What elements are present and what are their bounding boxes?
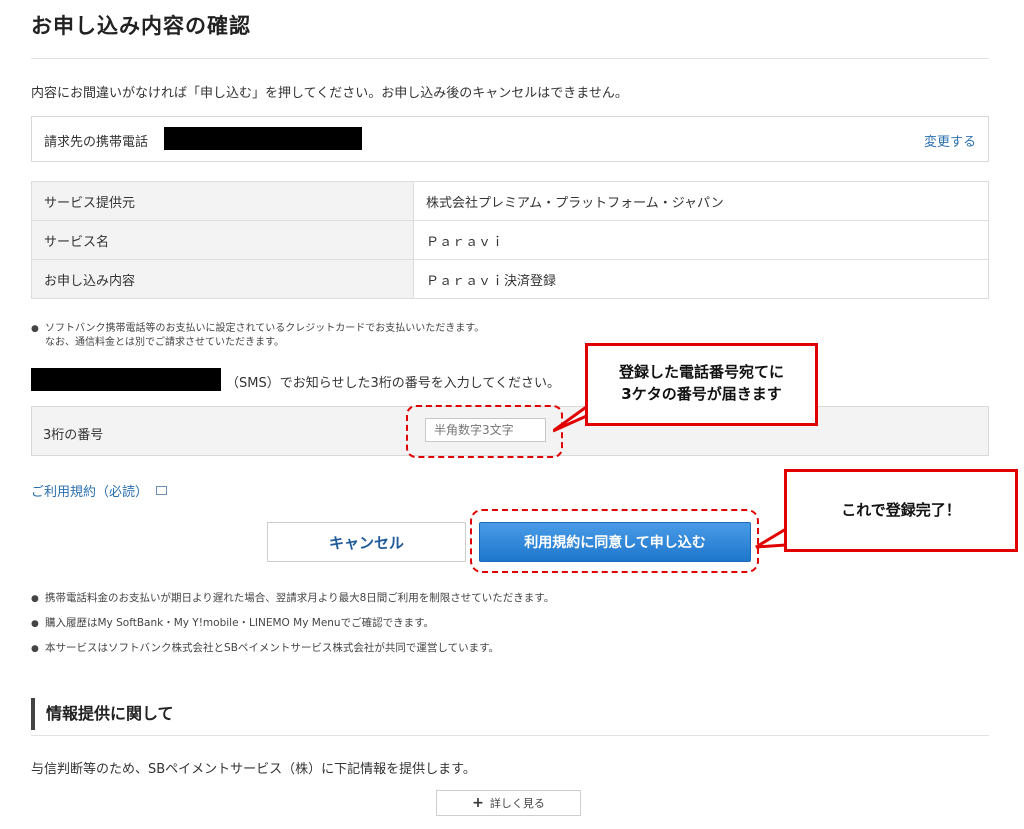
code-callout-line2: 3ケタの番号が届きます xyxy=(621,385,782,403)
table-row: サービス提供元 株式会社プレミアム・プラットフォーム・ジャパン xyxy=(31,181,989,221)
code-label: 3桁の番号 xyxy=(43,428,104,443)
intro-text: 内容にお間違いがなければ「申し込む」を押してください。お申し込み後のキャンセルは… xyxy=(31,86,628,101)
bullet-icon: ● xyxy=(31,594,39,604)
bullet-icon: ● xyxy=(31,619,39,629)
page-title: お申し込み内容の確認 xyxy=(31,14,251,38)
payment-note-line1: ソフトバンク携帯電話等のお支払いに設定されているクレジットカードでお支払いいただ… xyxy=(45,323,485,334)
service-provider-label: サービス提供元 xyxy=(31,181,414,221)
terms-link[interactable]: ご利用規約（必読） xyxy=(31,481,168,500)
info-section-text: 与信判断等のため、SBペイメントサービス（株）に下記情報を提供します。 xyxy=(31,762,476,777)
billing-phone-row: 請求先の携帯電話 変更する xyxy=(31,116,989,162)
list-item: ● 購入履歴はMy SoftBank・My Y!mobile・LINEMO My … xyxy=(31,617,435,629)
payment-note: ● ソフトバンク携帯電話等のお支払いに設定されているクレジットカードでお支払いいた… xyxy=(31,322,484,350)
list-item: ● 携帯電話料金のお支払いが期日より遅れた場合、翌請求月より最大8日間ご利用を制限… xyxy=(31,592,555,604)
redacted-phone-number xyxy=(164,127,362,150)
redacted-sms-number xyxy=(31,368,221,391)
list-item: ● 本サービスはソフトバンク株式会社とSBペイメントサービス株式会社が共同で運営し… xyxy=(31,642,500,654)
title-divider xyxy=(31,58,989,59)
code-callout-line1: 登録した電話番号宛てに xyxy=(618,363,784,381)
info-section-heading: 情報提供に関して xyxy=(31,698,174,730)
application-content-label: お申し込み内容 xyxy=(31,259,414,299)
service-name-label: サービス名 xyxy=(31,220,414,260)
code-callout: 登録した電話番号宛てに 3ケタの番号が届きます xyxy=(585,343,818,426)
service-details-table: サービス提供元 株式会社プレミアム・プラットフォーム・ジャパン サービス名 Ｐａ… xyxy=(31,181,989,299)
service-provider-value: 株式会社プレミアム・プラットフォーム・ジャパン xyxy=(413,181,989,221)
service-name-value: Ｐａｒａｖｉ xyxy=(413,220,989,260)
application-content-value: Ｐａｒａｖｉ決済登録 xyxy=(413,259,989,299)
bullet-icon: ● xyxy=(31,644,39,654)
cancel-button[interactable]: キャンセル xyxy=(267,522,466,562)
agree-and-apply-button[interactable]: 利用規約に同意して申し込む xyxy=(479,522,751,562)
show-more-button[interactable]: + 詳しく見る xyxy=(436,790,581,816)
bullet-icon: ● xyxy=(31,324,39,334)
payment-note-line2: なお、通信料金とは別でご請求させていただきます。 xyxy=(45,337,284,348)
section-divider xyxy=(31,735,989,736)
apply-callout: これで登録完了！ xyxy=(784,469,1018,552)
billing-phone-label: 請求先の携帯電話 xyxy=(44,135,149,150)
sms-instruction: （SMS）でお知らせした3桁の番号を入力してください。 xyxy=(226,376,560,391)
plus-icon: + xyxy=(472,795,484,811)
notes-list: ● 携帯電話料金のお支払いが期日より遅れた場合、翌請求月より最大8日間ご利用を制限… xyxy=(31,590,554,665)
terms-link-label: ご利用規約（必読） xyxy=(31,485,149,500)
external-window-icon xyxy=(156,486,168,495)
table-row: サービス名 Ｐａｒａｖｉ xyxy=(31,220,989,260)
show-more-label: 詳しく見る xyxy=(489,797,545,810)
code-input-highlight xyxy=(406,405,563,458)
table-row: お申し込み内容 Ｐａｒａｖｉ決済登録 xyxy=(31,259,989,299)
change-billing-link[interactable]: 変更する xyxy=(924,131,976,150)
